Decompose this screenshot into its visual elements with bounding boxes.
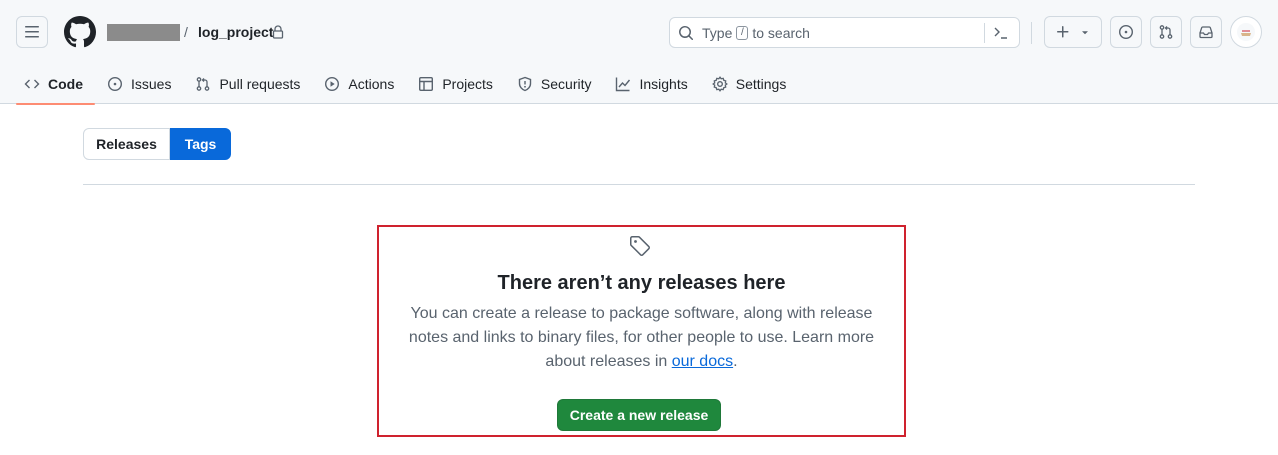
- user-avatar[interactable]: [1230, 16, 1262, 48]
- create-new-release-button[interactable]: Create a new release: [557, 399, 721, 431]
- tab-pull-requests-label: Pull requests: [219, 76, 301, 92]
- global-header: / log_project Type / to search Code Issu…: [0, 0, 1278, 105]
- tab-code[interactable]: Code: [16, 64, 95, 105]
- tab-actions[interactable]: Actions: [316, 64, 406, 104]
- search-placeholder: Type / to search: [702, 25, 810, 41]
- git-pull-request-icon: [197, 77, 210, 91]
- breadcrumb-separator: /: [184, 24, 188, 40]
- search-shortcut-key: /: [736, 26, 749, 40]
- tags-button[interactable]: Tags: [170, 128, 231, 160]
- search-icon: [679, 26, 694, 41]
- tab-insights-label: Insights: [639, 76, 688, 92]
- git-pull-request-icon: [1159, 25, 1173, 39]
- your-issues-button[interactable]: [1110, 16, 1142, 48]
- tab-actions-label: Actions: [348, 76, 395, 92]
- owner-name-redacted[interactable]: [107, 24, 180, 41]
- blankslate-text-end: .: [733, 353, 738, 370]
- hamburger-menu-button[interactable]: [16, 16, 48, 48]
- gear-icon: [711, 76, 728, 92]
- table-icon: [419, 77, 434, 92]
- inbox-icon: [1199, 26, 1213, 39]
- releases-button[interactable]: Releases: [83, 128, 170, 160]
- create-new-button[interactable]: [1044, 16, 1102, 48]
- tab-insights[interactable]: Insights: [607, 64, 699, 104]
- github-logo-icon[interactable]: [64, 16, 96, 48]
- blankslate-text: You can create a release to package soft…: [408, 305, 875, 370]
- docs-link[interactable]: our docs: [672, 353, 733, 370]
- tab-settings-label: Settings: [735, 76, 787, 92]
- tab-pull-requests[interactable]: Pull requests: [187, 64, 312, 104]
- shield-icon: [518, 76, 532, 92]
- tab-issues[interactable]: Issues: [99, 64, 183, 104]
- your-pull-requests-button[interactable]: [1150, 16, 1182, 48]
- tab-issues-label: Issues: [131, 76, 172, 92]
- issue-opened-icon: [107, 76, 123, 92]
- repo-tab-bar: Code Issues Pull requests Actions Projec…: [16, 64, 802, 105]
- plus-icon: [1057, 26, 1069, 38]
- hamburger-icon: [25, 26, 39, 38]
- blankslate-description: You can create a release to package soft…: [399, 302, 884, 374]
- tab-projects-label: Projects: [442, 76, 493, 92]
- repo-name-link[interactable]: log_project: [198, 24, 273, 40]
- tab-security[interactable]: Security: [509, 64, 604, 104]
- play-icon: [325, 76, 340, 92]
- releases-tags-toggle: Releases Tags: [83, 128, 231, 160]
- issue-opened-icon: [1118, 24, 1134, 40]
- search-divider: [984, 23, 985, 43]
- triangle-down-icon: [1082, 31, 1088, 35]
- section-divider: [83, 184, 1195, 185]
- command-palette-icon[interactable]: [993, 25, 1009, 41]
- inbox-button[interactable]: [1190, 16, 1222, 48]
- blankslate-title: There aren’t any releases here: [497, 272, 786, 294]
- header-divider: [1031, 22, 1032, 44]
- code-icon: [24, 79, 40, 89]
- search-placeholder-prefix: Type: [702, 25, 733, 41]
- search-input[interactable]: Type / to search: [669, 17, 1020, 48]
- lock-icon: [272, 25, 284, 39]
- tab-settings[interactable]: Settings: [704, 64, 799, 104]
- graph-icon: [616, 77, 631, 92]
- tab-security-label: Security: [540, 76, 592, 92]
- tab-code-label: Code: [48, 76, 83, 92]
- search-placeholder-suffix: to search: [752, 25, 810, 41]
- tag-icon: [630, 236, 650, 256]
- tab-projects[interactable]: Projects: [410, 64, 505, 104]
- empty-releases-blankslate: There aren’t any releases here You can c…: [377, 225, 906, 437]
- avatar-image-icon: [1237, 23, 1255, 41]
